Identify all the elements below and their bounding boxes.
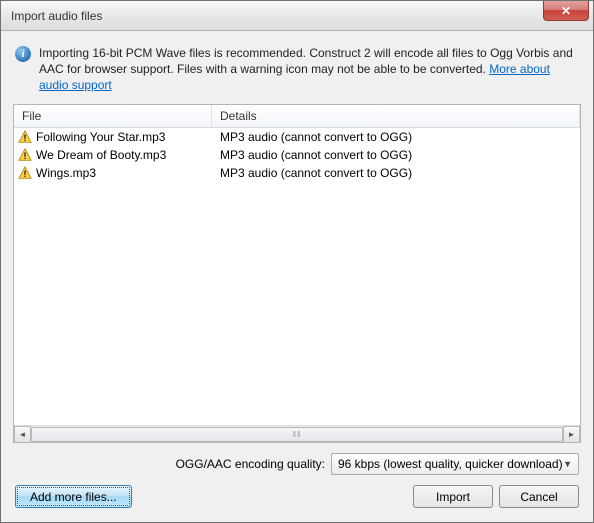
cancel-button[interactable]: Cancel xyxy=(499,485,579,508)
window-title: Import audio files xyxy=(11,9,102,23)
quality-selected: 96 kbps (lowest quality, quicker downloa… xyxy=(338,457,563,471)
scroll-left-button[interactable]: ◄ xyxy=(14,426,31,443)
file-details: MP3 audio (cannot convert to OGG) xyxy=(212,130,580,144)
column-header-file[interactable]: File xyxy=(14,105,212,127)
scroll-right-button[interactable]: ► xyxy=(563,426,580,443)
titlebar[interactable]: Import audio files ✕ xyxy=(1,1,593,31)
info-icon: i xyxy=(15,46,31,62)
warning-icon xyxy=(18,130,32,144)
info-panel: i Importing 16-bit PCM Wave files is rec… xyxy=(13,41,581,104)
list-header: File Details xyxy=(14,105,580,128)
quality-row: OGG/AAC encoding quality: 96 kbps (lowes… xyxy=(13,443,581,483)
file-name: Following Your Star.mp3 xyxy=(36,130,165,144)
file-name: Wings.mp3 xyxy=(36,166,96,180)
scroll-thumb[interactable]: ǁǁ xyxy=(31,427,563,442)
warning-icon xyxy=(18,148,32,162)
add-more-files-button[interactable]: Add more files... xyxy=(15,485,132,508)
file-list: File Details Following Your Star.mp3 MP3… xyxy=(13,104,581,443)
quality-label: OGG/AAC encoding quality: xyxy=(176,457,325,471)
list-body[interactable]: Following Your Star.mp3 MP3 audio (canno… xyxy=(14,128,580,425)
list-item[interactable]: We Dream of Booty.mp3 MP3 audio (cannot … xyxy=(14,146,580,164)
close-button[interactable]: ✕ xyxy=(543,1,589,21)
button-row: Add more files... Import Cancel xyxy=(13,483,581,512)
close-icon: ✕ xyxy=(561,4,571,18)
dialog-window: Import audio files ✕ i Importing 16-bit … xyxy=(0,0,594,523)
dialog-content: i Importing 16-bit PCM Wave files is rec… xyxy=(1,31,593,522)
scroll-track[interactable]: ǁǁ xyxy=(31,426,563,443)
info-text: Importing 16-bit PCM Wave files is recom… xyxy=(39,45,579,94)
file-name: We Dream of Booty.mp3 xyxy=(36,148,166,162)
list-item[interactable]: Wings.mp3 MP3 audio (cannot convert to O… xyxy=(14,164,580,182)
list-item[interactable]: Following Your Star.mp3 MP3 audio (canno… xyxy=(14,128,580,146)
file-details: MP3 audio (cannot convert to OGG) xyxy=(212,166,580,180)
chevron-down-icon: ▼ xyxy=(563,459,572,469)
horizontal-scrollbar[interactable]: ◄ ǁǁ ► xyxy=(14,425,580,442)
warning-icon xyxy=(18,166,32,180)
import-button[interactable]: Import xyxy=(413,485,493,508)
file-details: MP3 audio (cannot convert to OGG) xyxy=(212,148,580,162)
quality-dropdown[interactable]: 96 kbps (lowest quality, quicker downloa… xyxy=(331,453,579,475)
column-header-details[interactable]: Details xyxy=(212,105,580,127)
